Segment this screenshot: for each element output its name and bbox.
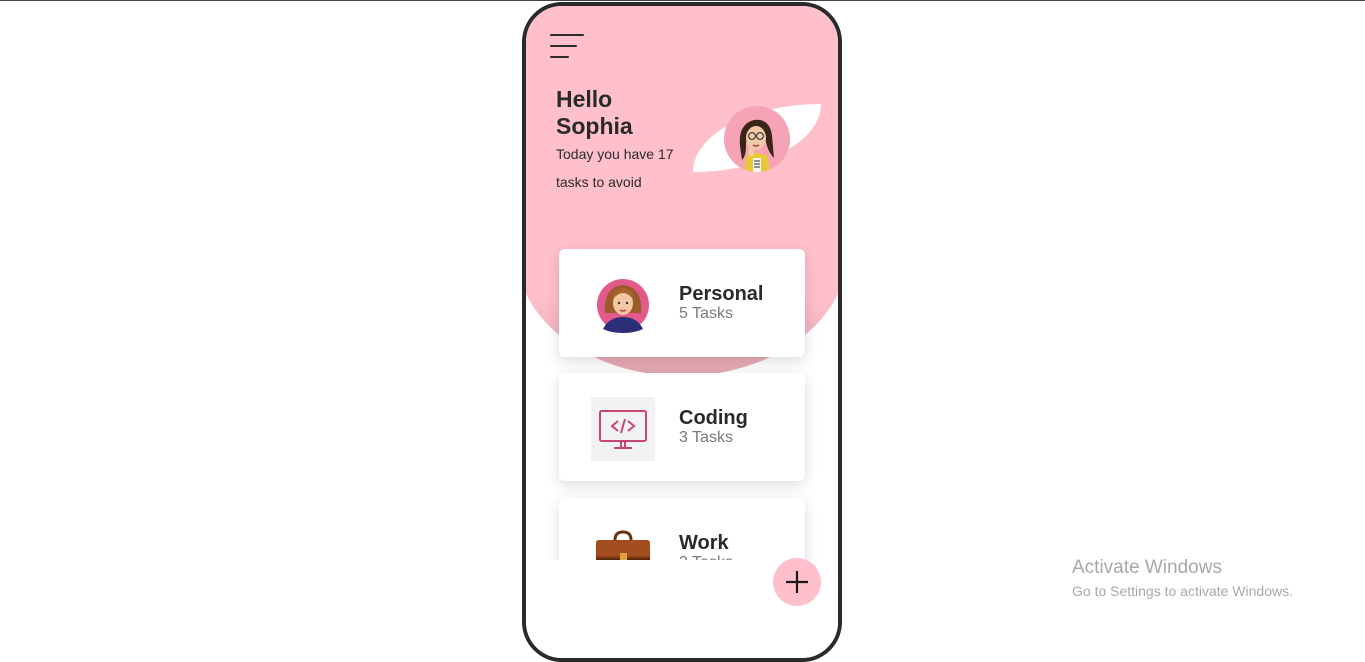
greeting-subtitle-line1: Today you have 17 xyxy=(556,146,674,162)
watermark-subtitle: Go to Settings to activate Windows. xyxy=(1072,583,1293,599)
add-task-button[interactable] xyxy=(773,558,821,606)
profile-avatar[interactable] xyxy=(724,106,790,172)
windows-activation-watermark: Activate Windows Go to Settings to activ… xyxy=(1072,557,1293,602)
greeting-subtitle-line2: tasks to avoid xyxy=(556,174,642,190)
task-count: 5 Tasks xyxy=(679,305,733,322)
woman-avatar-icon xyxy=(597,279,649,333)
task-title: Work xyxy=(679,532,729,554)
phone-frame: Hello Sophia Today you have 17 tasks to … xyxy=(522,2,842,662)
top-border xyxy=(0,0,1365,1)
greeting-hello: Hello xyxy=(556,86,613,112)
task-card-personal[interactable]: Personal 5 Tasks xyxy=(559,249,805,357)
code-monitor-icon xyxy=(591,397,655,461)
task-title: Personal xyxy=(679,283,764,305)
watermark-title: Activate Windows xyxy=(1072,557,1222,578)
greeting: Hello Sophia Today you have 17 tasks to … xyxy=(556,86,706,196)
task-card-coding[interactable]: Coding 3 Tasks xyxy=(559,373,805,481)
task-count: 3 Tasks xyxy=(679,429,733,446)
task-title: Coding xyxy=(679,407,748,429)
menu-button[interactable] xyxy=(550,32,586,60)
plus-icon xyxy=(786,571,808,593)
avatar-icon xyxy=(724,106,790,172)
greeting-name: Sophia xyxy=(556,113,633,139)
